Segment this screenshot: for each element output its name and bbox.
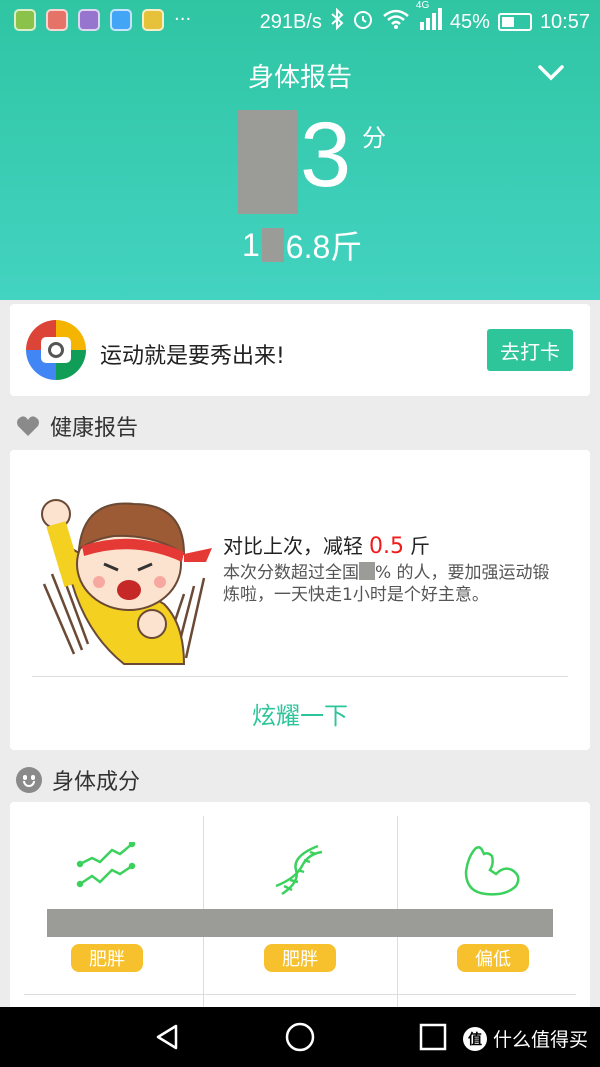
desc-part1: 本次分数超过全国 — [223, 563, 359, 583]
weight-compare: 对比上次，减轻 0.5 斤 — [223, 530, 430, 559]
home-icon[interactable] — [285, 1022, 315, 1052]
recents-icon[interactable] — [418, 1022, 448, 1052]
score-unit: 分 — [362, 124, 386, 152]
weight-suffix: 6.8斤 — [285, 229, 363, 265]
share-link[interactable]: 炫耀一下 — [10, 696, 590, 731]
app-icon — [78, 9, 100, 31]
more-icon: ··· — [174, 9, 192, 30]
signal-icon: 4G — [416, 0, 442, 36]
chevron-down-icon[interactable] — [536, 60, 566, 84]
weight-value: 1 6.8斤 — [242, 222, 362, 268]
watermark-logo: 值 — [462, 1026, 487, 1051]
battery-percent: 45% — [449, 10, 490, 33]
redacted-weight — [261, 228, 284, 262]
health-report-heading: 健康报告 — [16, 410, 138, 442]
trend-chart-icon[interactable] — [76, 840, 136, 902]
compare-unit: 斤 — [410, 534, 430, 558]
network-speed: 291B/s — [259, 10, 322, 33]
clock: 10:57 — [539, 10, 590, 33]
app-icon — [142, 9, 164, 31]
weight-prefix: 1 — [242, 226, 260, 263]
weight-loss-value: 0.5 — [369, 534, 404, 559]
checkin-button[interactable]: 去打卡 — [487, 329, 573, 371]
health-report-card: 对比上次，减轻 0.5 斤 本次分数超过全国% 的人，要加强运动锻炼啦，一天快走… — [10, 450, 590, 750]
app-icon — [110, 9, 132, 31]
compare-prefix: 对比上次，减轻 — [223, 534, 363, 558]
alarm-icon — [352, 8, 374, 36]
score-digit: 3 — [300, 104, 352, 206]
redacted-metrics — [47, 909, 553, 937]
heart-icon — [16, 415, 40, 437]
status-badge: 肥胖 — [264, 944, 336, 972]
report-header: ··· 291B/s 4G 45% 10:57 身体报告 3 分 1 6.8斤 — [0, 0, 600, 300]
battery-icon — [497, 13, 532, 31]
bluetooth-icon — [330, 7, 344, 36]
network-type: 4G — [415, 0, 430, 11]
section-title: 健康报告 — [50, 416, 139, 441]
dna-icon[interactable] — [270, 842, 330, 902]
promo-text: 运动就是要秀出来! — [100, 344, 285, 369]
checkin-card: 运动就是要秀出来! 去打卡 — [10, 304, 590, 396]
body-composition-heading: 身体成分 — [16, 764, 140, 796]
divider — [32, 676, 568, 677]
status-badge: 肥胖 — [71, 944, 143, 972]
cheering-mascot-illustration — [34, 474, 234, 674]
page-title: 身体报告 — [247, 63, 352, 93]
redacted-percentile — [359, 562, 375, 580]
app-icon — [46, 9, 68, 31]
body-composition-card: 肥胖 肥胖 偏低 — [10, 802, 590, 1012]
wifi-icon — [382, 8, 410, 36]
back-icon[interactable] — [152, 1022, 182, 1052]
status-badge: 偏低 — [457, 944, 529, 972]
smiley-icon — [16, 767, 42, 793]
status-indicators: 291B/s 4G 45% 10:57 — [259, 0, 590, 36]
section-title: 身体成分 — [52, 770, 141, 795]
camera-app-icon — [26, 320, 86, 380]
watermark: 值 什么值得买 — [462, 1025, 588, 1052]
app-icon — [14, 9, 36, 31]
status-bar: ··· 291B/s 4G 45% 10:57 — [0, 0, 600, 40]
row-divider — [24, 994, 576, 995]
watermark-text: 什么值得买 — [492, 1029, 588, 1051]
muscle-icon[interactable] — [462, 842, 522, 902]
system-navigation-bar: 值 什么值得买 — [0, 1007, 600, 1067]
redacted-score — [238, 110, 298, 214]
notification-icons: ··· — [14, 9, 191, 31]
report-description: 本次分数超过全国% 的人，要加强运动锻炼啦，一天快走1小时是个好主意。 — [223, 562, 563, 606]
